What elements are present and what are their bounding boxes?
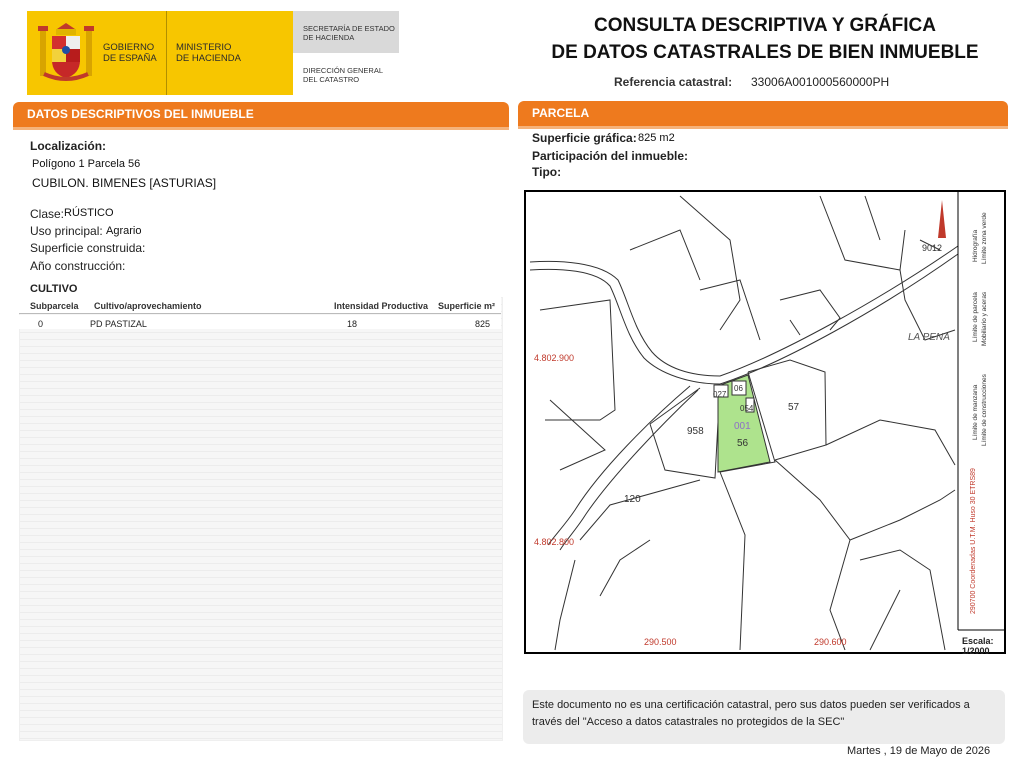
localizacion-label: Localización:	[30, 139, 107, 153]
parcela-header: PARCELA	[518, 101, 1008, 126]
cultivo-table	[19, 297, 503, 741]
map-label-958: 958	[687, 426, 704, 437]
legend-coordinates: 290700 Coordenadas U.T.M. Huso 30 ETRS89	[970, 468, 977, 614]
page-title: CONSULTA DESCRIPTIVA Y GRÁFICA DE DATOS …	[530, 12, 1000, 66]
legend-limite-manzana: Límite de manzana	[972, 384, 979, 440]
scale-label: Escala:	[962, 636, 994, 646]
map-label-56: 56	[737, 438, 749, 449]
th-intensidad: Intensidad Productiva	[334, 301, 429, 311]
map-coord-x-left: 290.500	[644, 637, 677, 647]
ministerio-line1: MINISTERIO	[176, 42, 232, 53]
coat-of-arms-icon	[38, 23, 94, 81]
superficie-grafica-label: Superficie gráfica:	[532, 131, 637, 145]
superficie-construida-label: Superficie construida:	[30, 241, 146, 255]
legend-hidrografia: Hidrografía	[972, 229, 979, 262]
gobierno-text: GOBIERNO DE ESPAÑA	[103, 42, 157, 64]
referencia-value: 33006A001000560000PH	[751, 75, 890, 89]
scale-value: 1/2000	[962, 646, 990, 656]
map-label-06: 06	[734, 384, 743, 393]
map-label-la-pena: LA PENA	[908, 332, 950, 343]
logo-separator	[166, 11, 167, 95]
title-line1: CONSULTA DESCRIPTIVA Y GRÁFICA	[593, 15, 937, 36]
map-coord-y-bottom: 4.802.800	[534, 537, 575, 547]
td-subparcela: 0	[38, 319, 44, 329]
clase-label: Clase:	[30, 207, 65, 221]
legend-limite-construcciones: Límite de construcciones	[981, 374, 988, 446]
datos-descriptivos-header: DATOS DESCRIPTIVOS DEL INMUEBLE	[13, 102, 509, 127]
legend-limite-parcela: Límite de parcela	[972, 292, 979, 342]
legend-mobiliario: Mobiliario y aceras	[981, 291, 988, 346]
map-coord-x-right: 290.600	[814, 637, 847, 647]
document-date: Martes , 19 de Mayo de 2026	[847, 745, 991, 757]
map-coord-y-top: 4.802.900	[534, 353, 575, 363]
th-superficie: Superficie m²	[438, 301, 496, 311]
direccion-line2: DEL CATASTRO	[303, 75, 360, 84]
uso-value: Agrario	[106, 225, 142, 237]
participacion-label: Participación del inmueble:	[532, 149, 689, 163]
cultivo-table-header	[19, 297, 501, 314]
map-label-054: 054	[740, 404, 754, 413]
th-cultivo: Cultivo/aprovechamiento	[94, 301, 202, 311]
map-label-027: 027	[713, 390, 727, 399]
clase-value: RÚSTICO	[64, 207, 114, 219]
title-line2: DE DATOS CATASTRALES DE BIEN INMUEBLE	[551, 42, 979, 63]
secretaria-text: SECRETARÍA DE ESTADO DE HACIENDA	[303, 24, 395, 42]
secretaria-line2: DE HACIENDA	[303, 33, 355, 42]
referencia-label: Referencia catastral:	[614, 75, 733, 89]
gobierno-line1: GOBIERNO	[103, 42, 155, 53]
ministerio-text: MINISTERIO DE HACIENDA	[176, 42, 241, 64]
anio-construccion-label: Año construcción:	[30, 259, 126, 273]
map-label-57: 57	[788, 402, 800, 413]
gobierno-line2: DE ESPAÑA	[103, 53, 157, 64]
tipo-label: Tipo:	[532, 165, 562, 179]
localizacion-line1: Polígono 1 Parcela 56	[32, 158, 141, 170]
direccion-general-text: DIRECCIÓN GENERAL DEL CATASTRO	[303, 66, 383, 84]
map-label-001: 001	[734, 421, 751, 432]
td-intensidad: 18	[347, 319, 358, 329]
left-header-underline	[13, 127, 509, 130]
secretaria-line1: SECRETARÍA DE ESTADO	[303, 24, 395, 33]
right-header-underline	[518, 126, 1008, 129]
ministerio-line2: DE HACIENDA	[176, 53, 241, 64]
td-superficie: 825	[475, 319, 491, 329]
direccion-line1: DIRECCIÓN GENERAL	[303, 66, 384, 75]
legend-zona-verde: Límite zona verde	[981, 212, 988, 264]
td-cultivo: PD PASTIZAL	[90, 319, 147, 329]
map-label-120: 120	[624, 494, 641, 505]
map-label-9012: 9012	[922, 243, 943, 253]
cultivo-title: CULTIVO	[30, 283, 78, 295]
localizacion-line2: CUBILON. BIMENES [ASTURIAS]	[32, 176, 217, 190]
th-subparcela: Subparcela	[30, 301, 79, 311]
superficie-grafica-value: 825 m2	[638, 132, 675, 144]
disclaimer-text: Este documento no es una certificación c…	[532, 699, 970, 728]
cadastral-map-drawing[interactable]	[526, 192, 1004, 652]
uso-label: Uso principal:	[30, 224, 103, 238]
